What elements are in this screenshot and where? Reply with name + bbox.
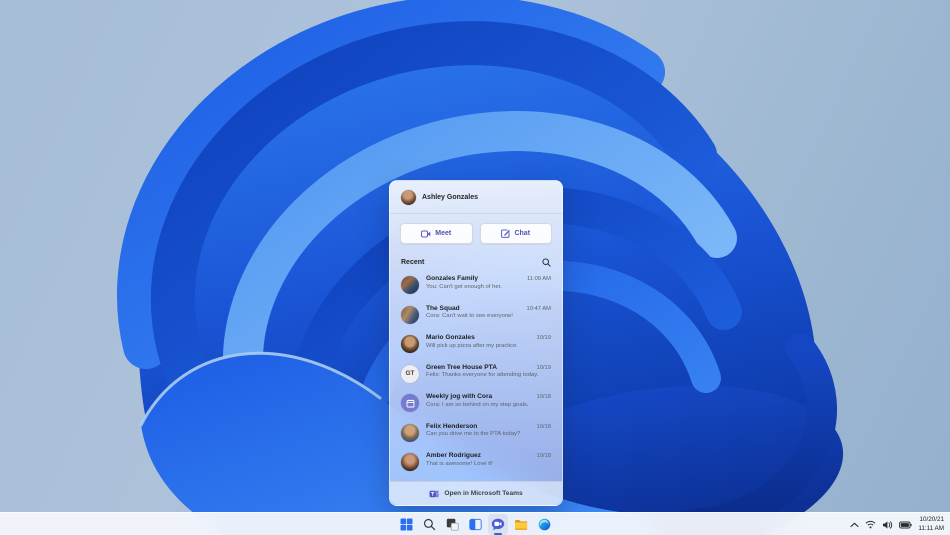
teams-logo-icon bbox=[429, 490, 440, 497]
conversation-preview: Cora: Can't wait to see everyone! bbox=[426, 313, 513, 319]
conversation-name: Green Tree House PTA bbox=[426, 363, 497, 371]
conversation-time: 10:47 AM bbox=[526, 305, 552, 312]
wifi-button[interactable] bbox=[863, 515, 878, 535]
edge-button[interactable] bbox=[534, 514, 554, 535]
initials-avatar: GT bbox=[401, 364, 419, 383]
conversation-time: 10/18 bbox=[536, 453, 551, 459]
conversation-row[interactable]: The Squad 10:47 AM Cora: Can't wait to s… bbox=[390, 301, 562, 331]
start-button[interactable] bbox=[396, 514, 416, 535]
chat-button-taskbar[interactable] bbox=[488, 514, 508, 535]
recent-header: Recent bbox=[390, 252, 562, 271]
clock[interactable]: 10/20/21 11:11 AM bbox=[916, 516, 947, 532]
conversation-name: The Squad bbox=[426, 304, 460, 312]
person-photo-avatar bbox=[401, 335, 419, 353]
wifi-icon bbox=[865, 520, 876, 529]
conversation-preview: You: Can't get enough of her. bbox=[426, 283, 502, 290]
taskbar: 10/20/21 11:11 AM bbox=[0, 512, 950, 535]
conversation-list: Gonzales Family 11:09 AM You: Can't get … bbox=[390, 271, 562, 481]
search-icon bbox=[423, 518, 435, 531]
meet-button[interactable]: Meet bbox=[400, 223, 473, 244]
conversation-row[interactable]: Weekly jog with Cora 10/18 Cora: I am so… bbox=[390, 389, 562, 419]
conversation-preview: Will pick up pizza after my practice. bbox=[426, 342, 518, 349]
edge-icon bbox=[538, 518, 550, 531]
system-tray: 10/20/21 11:11 AM bbox=[848, 513, 947, 535]
open-in-teams-button[interactable]: Open in Microsoft Teams bbox=[390, 481, 562, 505]
conversation-row[interactable]: GT Green Tree House PTA 10/19 Felix: Tha… bbox=[390, 360, 562, 390]
battery-icon bbox=[899, 521, 912, 528]
meet-button-label: Meet bbox=[435, 230, 452, 237]
teams-chat-flyout: Ashley Gonzales Meet Chat Recent Gonzale… bbox=[389, 180, 563, 506]
conversation-preview: Can you drive me to the PTA today? bbox=[426, 431, 521, 437]
chat-button-label: Chat bbox=[514, 230, 531, 237]
conversation-time: 10/18 bbox=[536, 423, 551, 430]
chevron-up-icon bbox=[850, 522, 859, 527]
user-avatar bbox=[401, 190, 416, 205]
group-photo-avatar bbox=[401, 305, 419, 324]
conversation-preview: That is awesome! Love it! bbox=[426, 460, 493, 467]
conversation-time: 10/19 bbox=[536, 335, 551, 341]
task-view-button[interactable] bbox=[442, 514, 462, 535]
calendar-icon bbox=[406, 399, 414, 407]
volume-button[interactable] bbox=[880, 515, 895, 535]
conversation-name: Amber Rodriguez bbox=[426, 452, 481, 459]
tray-date: 10/20/21 bbox=[919, 516, 944, 524]
compose-icon bbox=[501, 229, 511, 238]
action-buttons: Meet Chat bbox=[390, 214, 562, 252]
conversation-row[interactable]: Mario Gonzales 10/19 Will pick up pizza … bbox=[390, 330, 562, 360]
file-explorer-button[interactable] bbox=[511, 514, 531, 535]
person-photo-avatar bbox=[401, 423, 419, 442]
conversation-row[interactable]: Gonzales Family 11:09 AM You: Can't get … bbox=[390, 271, 562, 301]
calendar-avatar bbox=[401, 394, 419, 412]
task-view-icon bbox=[446, 518, 459, 531]
group-photo-avatar bbox=[401, 276, 419, 294]
video-camera-icon bbox=[421, 230, 431, 237]
folder-icon bbox=[515, 519, 528, 530]
conversation-name: Felix Henderson bbox=[426, 422, 478, 430]
tray-overflow-button[interactable] bbox=[848, 515, 861, 535]
taskbar-center-icons bbox=[396, 513, 554, 535]
open-in-teams-label: Open in Microsoft Teams bbox=[444, 490, 523, 497]
user-name: Ashley Gonzales bbox=[422, 194, 479, 201]
conversation-time: 11:09 AM bbox=[526, 276, 551, 282]
conversation-preview: Felix: Thanks everyone for attending tod… bbox=[426, 372, 539, 378]
search-icon[interactable] bbox=[542, 258, 551, 267]
battery-button[interactable] bbox=[897, 515, 914, 535]
search-button[interactable] bbox=[419, 514, 439, 535]
conversation-time: 10/19 bbox=[536, 364, 551, 371]
conversation-row[interactable]: Felix Henderson 10/18 Can you drive me t… bbox=[390, 419, 562, 449]
person-photo-avatar bbox=[401, 453, 419, 471]
recent-label: Recent bbox=[401, 259, 425, 266]
volume-icon bbox=[883, 520, 893, 529]
desktop: Ashley Gonzales Meet Chat Recent Gonzale… bbox=[0, 0, 950, 535]
conversation-row[interactable]: Amber Rodriguez 10/18 That is awesome! L… bbox=[390, 448, 562, 478]
conversation-name: Mario Gonzales bbox=[426, 334, 475, 341]
tray-time: 11:11 AM bbox=[918, 524, 944, 532]
conversation-name: Gonzales Family bbox=[426, 275, 479, 282]
conversation-preview: Cora: I am so behind on my step goals. bbox=[426, 401, 529, 408]
widgets-icon bbox=[468, 518, 482, 531]
windows-start-icon bbox=[400, 518, 412, 531]
flyout-header: Ashley Gonzales bbox=[390, 181, 562, 214]
teams-chat-icon bbox=[491, 518, 505, 531]
conversation-time: 10/18 bbox=[536, 394, 551, 400]
conversation-name: Weekly jog with Cora bbox=[426, 393, 493, 400]
chat-button[interactable]: Chat bbox=[479, 223, 552, 244]
widgets-button[interactable] bbox=[465, 514, 485, 535]
